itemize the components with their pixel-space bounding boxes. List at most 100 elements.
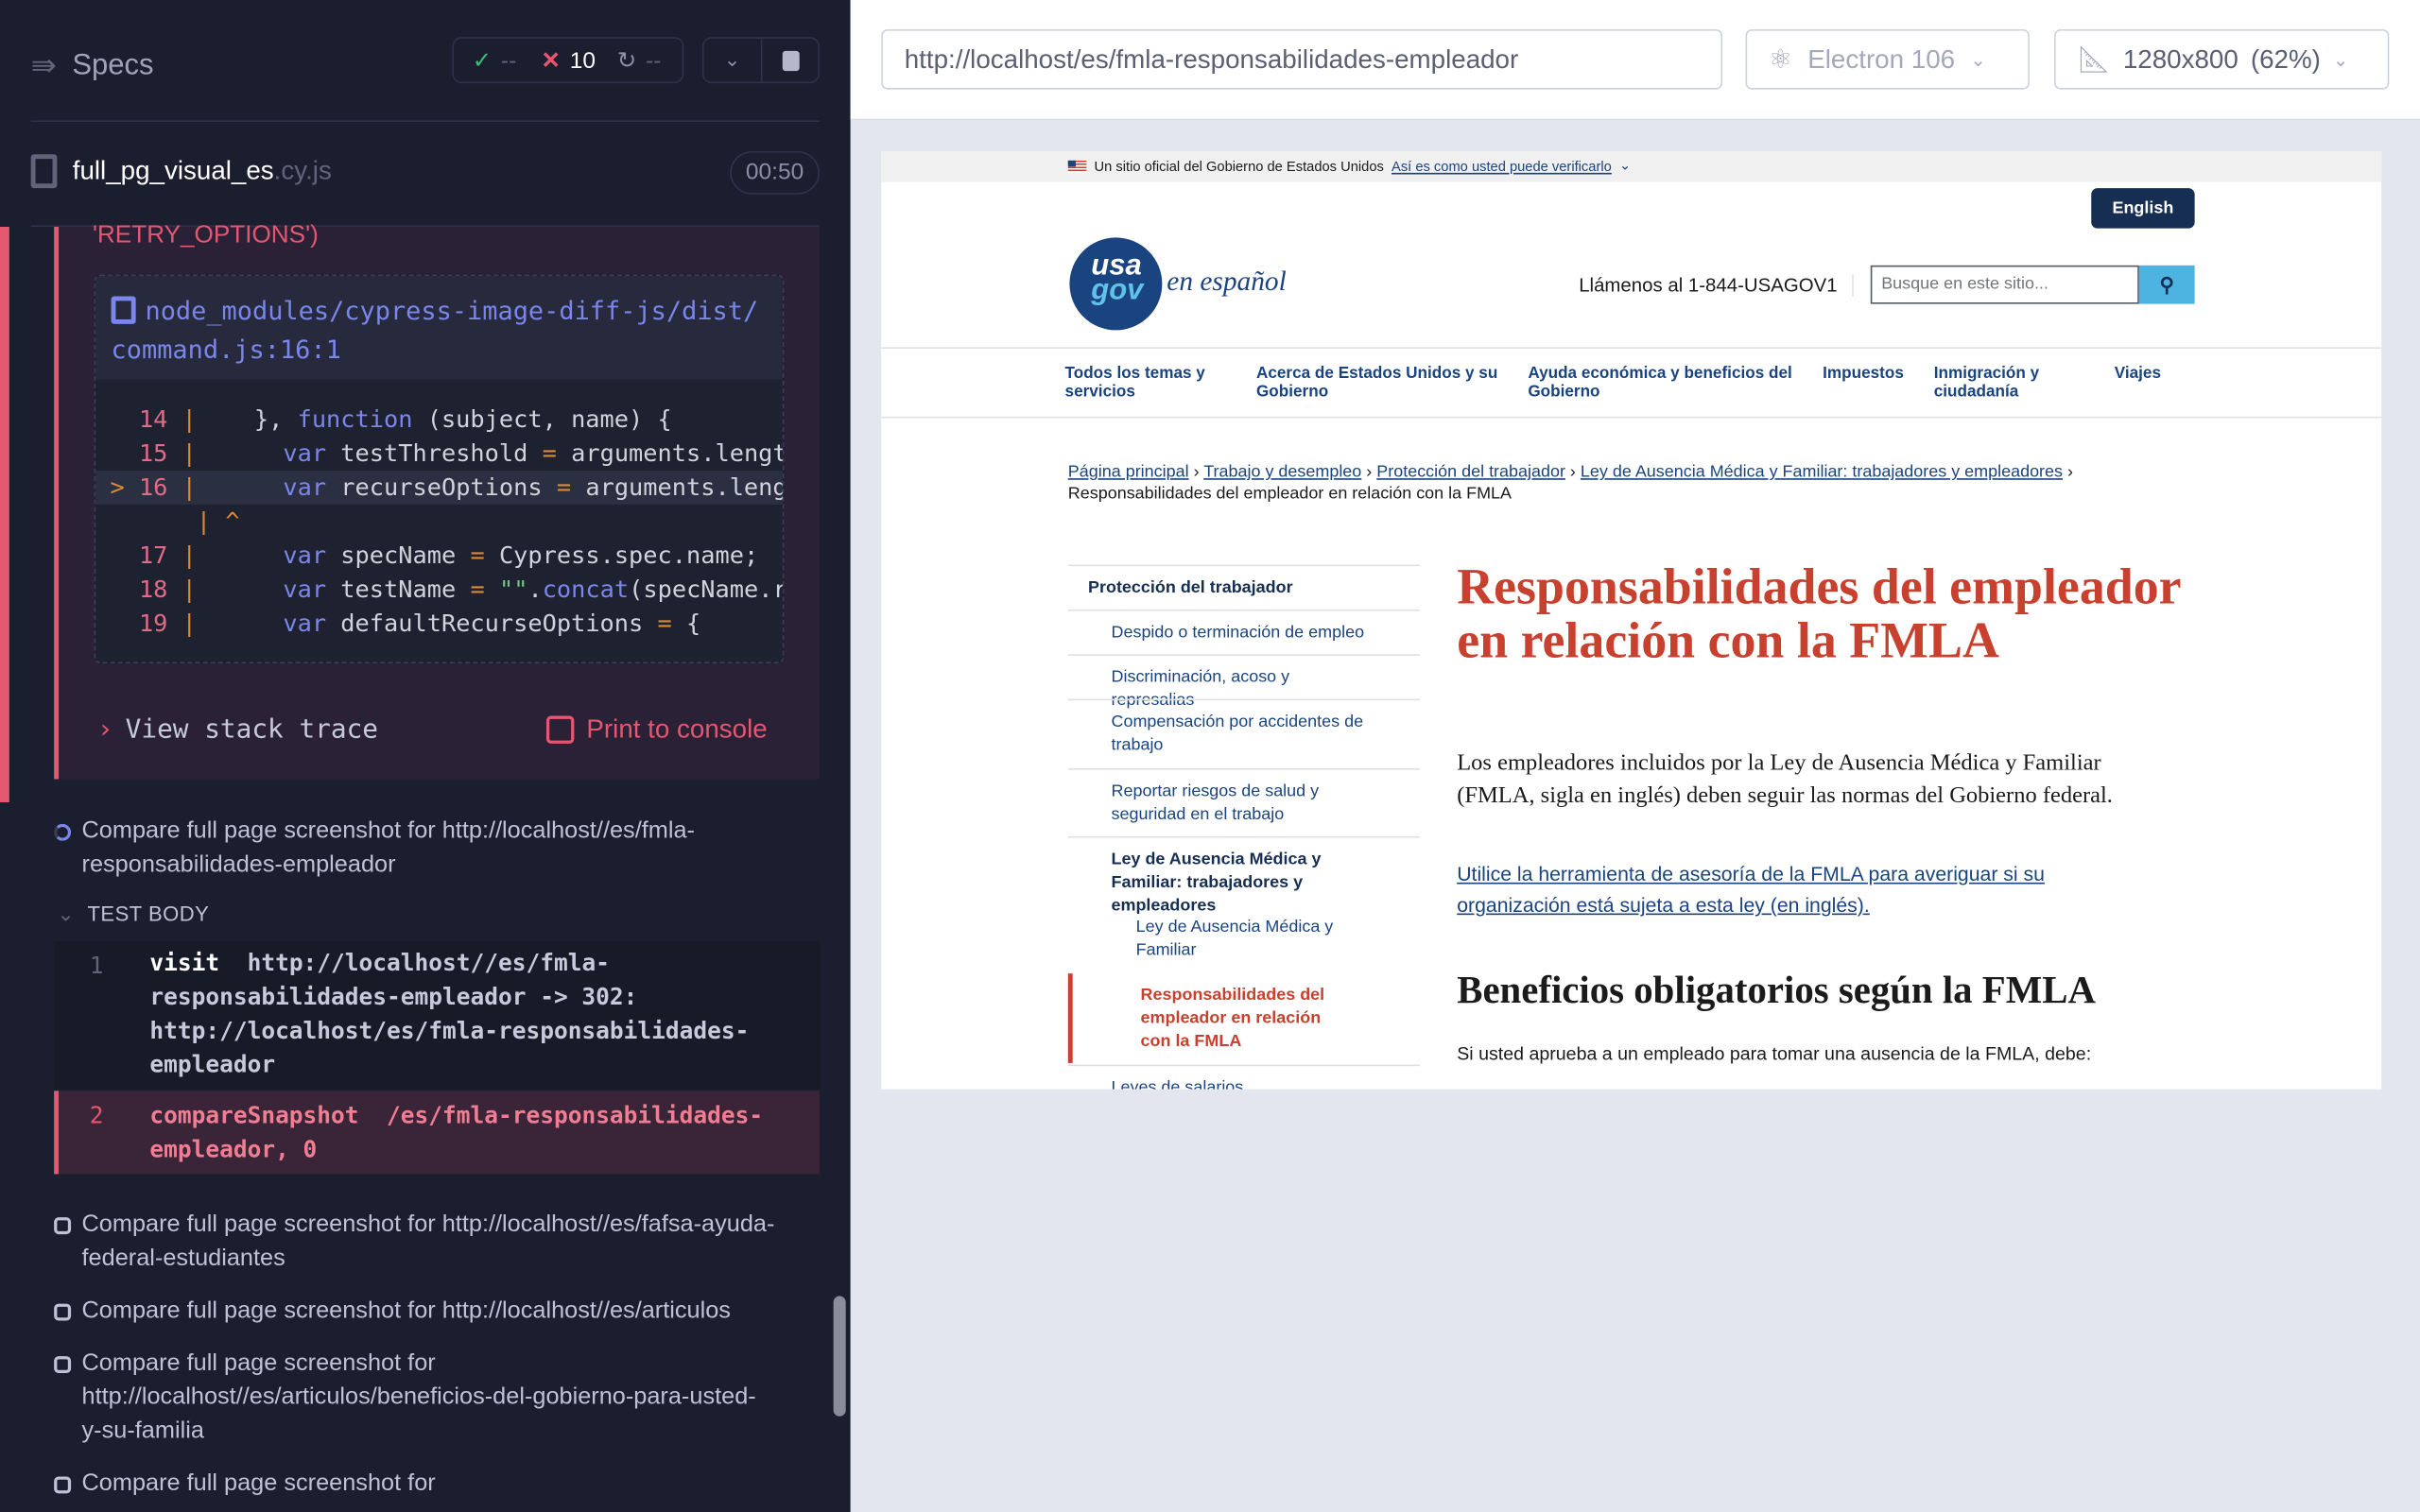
print-to-console-label: Print to console [586,713,768,744]
collapse-button[interactable]: ⌄ [703,38,763,82]
sidenav-item[interactable]: Reportar riesgos de salud y seguridad en… [1067,768,1421,837]
current-test[interactable]: Compare full page screenshot for http://… [54,815,779,883]
error-message: 'RETRY_OPTIONS') [92,222,319,249]
search-placeholder: Busque en este sitio... [1881,274,2048,294]
file-icon [30,154,58,189]
fmla-advisor-link[interactable]: Utilice la herramienta de asesoría de la… [1457,859,2135,920]
spec-name: full_pg_visual_es [72,155,274,185]
page-title: Responsabilidades del empleador en relac… [1457,559,2181,670]
print-to-console-button[interactable]: Print to console [545,713,768,746]
phone-number: Llámenos al 1-844-USAGOV1 [1579,274,1855,297]
search-form: Busque en este sitio... ⚲ [1870,265,2195,304]
chevron-right-icon: › [96,713,113,746]
sidenav-item[interactable]: Despido o terminación de empleo [1067,609,1421,656]
test-stats: ✓ -- ✕ 10 ↻ -- [452,37,684,84]
nav-item[interactable]: Inmigración y ciudadanía [1934,364,2058,401]
nav-item[interactable]: Ayuda económica y beneficios del Gobiern… [1528,364,1806,401]
specs-title: Specs [72,48,154,81]
search-button[interactable]: ⚲ [2138,265,2195,304]
viewport-size: 1280x800 [2122,43,2238,74]
command-number: 2 [89,1101,104,1130]
code-line: 15 | var testThreshold = arguments.lengt [138,439,785,468]
english-button[interactable]: English [2091,188,2195,229]
banner-verify-link[interactable]: Así es como usted puede verificarlo [1392,158,1612,173]
intro-paragraph: Los empleadores incluidos por la Ley de … [1457,751,2113,809]
breadcrumb-separator: › [1361,462,1377,482]
test-title: Compare full page screenshot for http://… [81,1297,731,1324]
failed-count: 10 [569,46,596,74]
viewport-info[interactable]: 📐︎ 1280x800 (62%) ⌄ [2054,29,2390,90]
scrollbar[interactable] [833,1296,846,1417]
file-path: node_modules/cypress-image-diff-js/dist/… [111,296,759,365]
sidenav-item[interactable]: Leyes de salarios [1067,1064,1421,1090]
test-body-label: TEST BODY [87,902,210,926]
pending-test-icon [54,1303,72,1321]
electron-icon: ⚛ [1769,43,1792,74]
command-visit[interactable]: 1 visit http://localhost//es/fmla-respon… [54,940,820,1090]
code-frame: node_modules/cypress-image-diff-js/dist/… [94,274,785,664]
stop-icon [781,50,799,71]
fmla-advisor-link-text: Utilice la herramienta de asesoría de la… [1457,862,2045,917]
command-name: compareSnapshot [149,1101,359,1130]
nav-item[interactable]: Impuestos [1823,364,1915,383]
failed-icon: ✕ [541,47,561,75]
chevron-down-icon: ⌄ [1970,48,1986,71]
breadcrumb-link[interactable]: Ley de Ausencia Médica y Familiar: traba… [1581,463,2063,482]
test-item[interactable]: Compare full page screenshot for http://… [54,1295,795,1329]
specs-list-icon: ⇛ [30,49,58,84]
passed-icon: ✓ [472,47,493,75]
usagov-logo[interactable]: usa gov [1069,237,1163,331]
test-title: Compare full page screenshot for http://… [81,1211,775,1272]
sidenav-subitem[interactable]: Ley de Ausencia Médica y Familiar [1068,905,1420,973]
gov-banner: Un sitio oficial del Gobierno de Estados… [1067,158,1631,175]
view-stack-trace-button[interactable]: › View stack trace [97,714,378,746]
spec-ext: .cy.js [273,155,332,185]
current-test-title: Compare full page screenshot for http://… [81,817,695,878]
pending-icon: ↻ [616,47,637,75]
breadcrumb-link[interactable]: Protección del trabajador [1376,463,1565,482]
search-input[interactable]: Busque en este sitio... [1870,265,2139,304]
code-line: > 16 | var recurseOptions = arguments.le… [95,470,783,505]
nav-item[interactable]: Acerca de Estados Unidos y su Gobierno [1256,364,1503,401]
ruler-icon: 📐︎ [2077,43,2111,74]
sidenav-subitem-current[interactable]: Responsabilidades del empleador en relac… [1067,973,1420,1063]
test-title: Compare full page screenshot for [81,1469,436,1497]
pending-test-icon [54,1476,72,1494]
test-item[interactable]: Compare full page screenshot for http://… [54,1347,764,1449]
command-name: visit [149,949,220,977]
banner-text: Un sitio oficial del Gobierno de Estados… [1094,158,1384,174]
breadcrumb-link[interactable]: Trabajo y desempleo [1203,463,1361,482]
breadcrumb-current: Responsabilidades del empleador en relac… [1067,484,1512,504]
sidenav-item[interactable]: Compensación por accidentes de trabajo [1067,698,1421,768]
pending-test-icon [54,1217,72,1235]
test-item[interactable]: Compare full page screenshot for http://… [54,1208,779,1276]
nav-item[interactable]: Todos los temas y servicios [1065,364,1219,401]
section-heading: Beneficios obligatorios según la FMLA [1457,970,2096,1013]
nav-item[interactable]: Viajes [2115,364,2176,383]
search-icon: ⚲ [2159,272,2175,297]
code-line: 19 | var defaultRecurseOptions = { [138,609,701,638]
specs-toggle[interactable]: ⇛ Specs [31,46,154,85]
stop-button[interactable] [763,39,819,82]
viewport-scale: (62%) [2250,43,2321,74]
run-controls: ⌄ [701,37,820,84]
spec-file[interactable]: full_pg_visual_es.cy.js [30,154,332,189]
console-icon [545,715,575,744]
logo-tagline: en español [1167,265,1287,297]
url-bar[interactable]: http://localhost/es/fmla-responsabilidad… [881,29,1723,90]
passed-count: -- [500,46,517,74]
us-flag-icon [1067,159,1087,173]
breadcrumb-separator: › [2063,462,2074,482]
test-body-toggle[interactable]: ⌄ TEST BODY [57,902,209,927]
browser-selector[interactable]: ⚛ Electron 106 ⌄ [1745,29,2030,90]
sidenav-title[interactable]: Protección del trabajador [1067,564,1421,611]
chevron-down-icon: ⌄ [2332,48,2349,71]
file-icon [111,296,136,324]
chevron-down-icon: ⌄ [57,902,76,926]
breadcrumb-link[interactable]: Página principal [1068,463,1189,482]
test-item[interactable]: Compare full page screenshot for [54,1468,779,1502]
code-line: 17 | var specName = Cypress.spec.name; [138,541,759,570]
code-frame-file-link[interactable]: node_modules/cypress-image-diff-js/dist/… [95,276,783,380]
code-lines: 14 | }, function (subject, name) { 15 | … [95,403,785,649]
command-compare-snapshot[interactable]: 2 compareSnapshot /es/fmla-responsabilid… [54,1091,820,1175]
